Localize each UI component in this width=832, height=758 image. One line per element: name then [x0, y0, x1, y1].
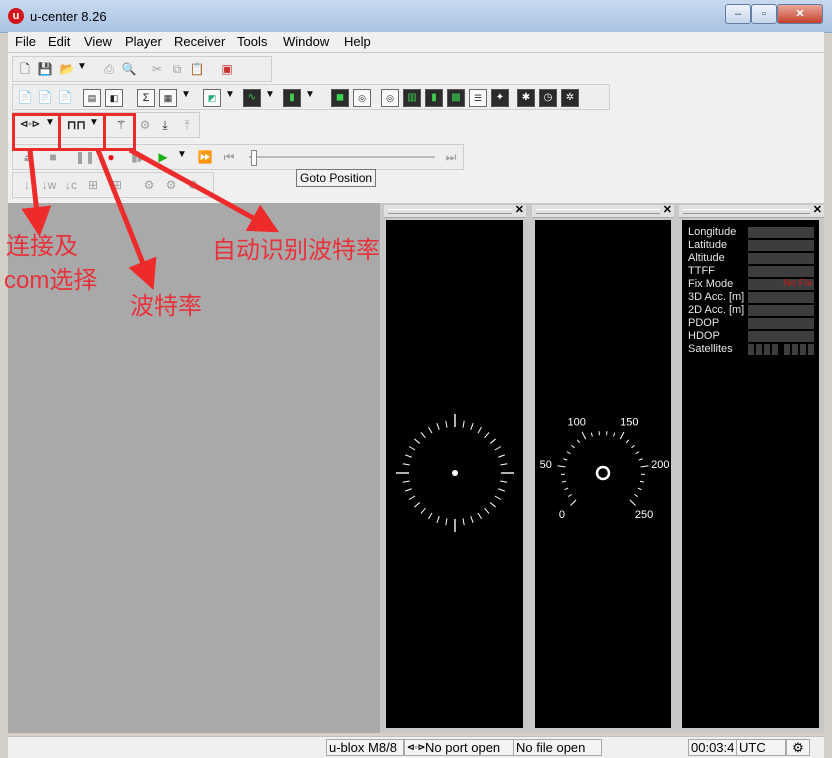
annotation-connect: 连接及	[6, 232, 78, 262]
time-status: 00:03:4	[688, 739, 738, 756]
receiver-type: u-blox M8/8	[326, 739, 404, 756]
baud-arrow	[98, 150, 148, 276]
annotation-arrows	[0, 0, 832, 757]
port-status-text: No port open	[425, 740, 500, 755]
port-icon: ⊲◦⊳	[407, 740, 425, 755]
status-bar: u-blox M8/8 ⊲◦⊳ No port open No file ope…	[8, 736, 824, 758]
settings-status-icon[interactable]: ⚙	[786, 739, 810, 756]
annotation-com: com选择	[4, 266, 97, 296]
connect-arrow	[30, 150, 38, 222]
annotation-autobaud: 自动识别波特率	[212, 236, 380, 266]
autobaud-arrow	[130, 150, 266, 225]
file-status: No file open	[513, 739, 602, 756]
annotation-baud: 波特率	[130, 292, 202, 322]
timezone-status: UTC	[736, 739, 786, 756]
